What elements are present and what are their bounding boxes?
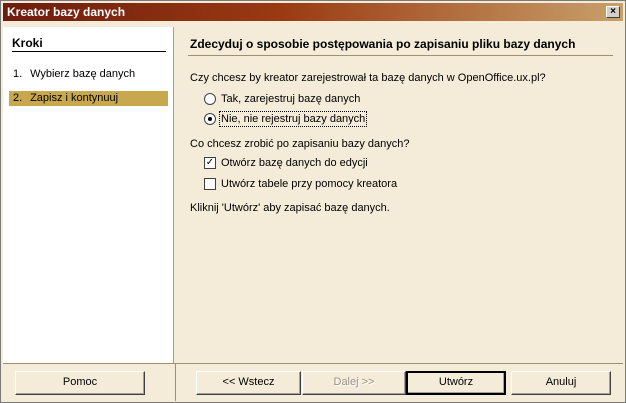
page-title: Zdecyduj o sposobie postępowania po zapi… xyxy=(190,37,576,51)
help-button[interactable]: Pomoc xyxy=(15,371,145,395)
title-bar: Kreator bazy danych × xyxy=(3,3,623,21)
step-number: 1. xyxy=(13,68,23,80)
footer-vertical-divider xyxy=(175,363,176,401)
create-button[interactable]: Utwórz xyxy=(406,371,506,395)
radio-button[interactable] xyxy=(204,93,216,105)
window-title: Kreator bazy danych xyxy=(7,5,126,19)
wizard-window: Kreator bazy danych × Kroki 1. Wybierz b… xyxy=(0,0,626,403)
sidebar-title: Kroki xyxy=(12,36,166,52)
radio-label: Tak, zarejestruj bazę danych xyxy=(221,93,361,105)
title-divider xyxy=(188,55,613,56)
radio-label: Nie, nie rejestruj bazy danych xyxy=(218,111,368,127)
cancel-button[interactable]: Anuluj xyxy=(511,371,611,395)
checkbox-label: Otwórz bazę danych do edycji xyxy=(221,157,368,169)
steps-sidebar: Kroki 1. Wybierz bazę danych 2. Zapisz i… xyxy=(3,27,174,364)
checkbox-box[interactable] xyxy=(204,178,216,190)
after-save-question: Co chcesz zrobić po zapisaniu bazy danyc… xyxy=(190,138,410,150)
register-question: Czy chcesz by kreator zarejestrował ta b… xyxy=(190,72,546,84)
sidebar-step-1[interactable]: 1. Wybierz bazę danych xyxy=(9,67,168,82)
create-tables-checkbox[interactable]: Utwórz tabele przy pomocy kreatora xyxy=(204,176,397,192)
check-icon[interactable]: ✓ xyxy=(204,157,216,169)
next-button[interactable]: Dalej >> xyxy=(302,371,406,395)
step-label: Zapisz i kontynuuj xyxy=(30,92,119,104)
step-number: 2. xyxy=(13,92,23,104)
register-yes-radio[interactable]: Tak, zarejestruj bazę danych xyxy=(204,91,360,107)
close-icon[interactable]: × xyxy=(606,6,620,18)
radio-button[interactable] xyxy=(204,113,216,125)
checkbox-label: Utwórz tabele przy pomocy kreatora xyxy=(221,178,398,190)
register-no-radio[interactable]: Nie, nie rejestruj bazy danych xyxy=(204,111,368,127)
open-for-edit-checkbox[interactable]: ✓ Otwórz bazę danych do edycji xyxy=(204,155,368,171)
step-label: Wybierz bazę danych xyxy=(30,68,136,80)
footer-divider xyxy=(3,363,623,364)
sidebar-step-2[interactable]: 2. Zapisz i kontynuuj xyxy=(9,91,168,106)
save-hint: Kliknij 'Utwórz' aby zapisać bazę danych… xyxy=(190,202,390,214)
main-content: Zdecyduj o sposobie postępowania po zapi… xyxy=(179,27,623,364)
back-button[interactable]: << Wstecz xyxy=(196,371,301,395)
